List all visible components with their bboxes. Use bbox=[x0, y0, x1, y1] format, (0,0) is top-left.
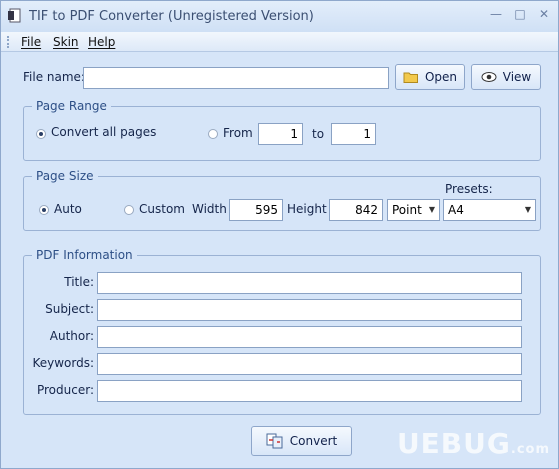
file-name-label: File name: bbox=[23, 70, 85, 84]
menu-help[interactable]: Help bbox=[88, 35, 115, 49]
to-page-input[interactable] bbox=[331, 123, 376, 145]
convert-button[interactable]: Convert bbox=[251, 426, 352, 456]
maximize-icon[interactable]: □ bbox=[511, 5, 529, 23]
height-input[interactable] bbox=[329, 199, 383, 221]
preset-value: A4 bbox=[448, 203, 464, 217]
unit-select[interactable]: Point ▼ bbox=[387, 199, 440, 221]
page-size-title: Page Size bbox=[32, 169, 98, 183]
app-icon bbox=[8, 8, 21, 23]
watermark-main: UEBUG bbox=[396, 427, 511, 460]
keywords-input[interactable] bbox=[97, 353, 522, 375]
menu-file[interactable]: File bbox=[21, 35, 41, 49]
from-label: From bbox=[223, 126, 253, 140]
title-label: Title: bbox=[64, 275, 94, 289]
title-bar: TIF to PDF Converter (Unregistered Versi… bbox=[1, 1, 558, 32]
pdf-info-group: PDF Information Title: Subject: Author: … bbox=[23, 248, 541, 415]
height-label: Height bbox=[287, 202, 327, 216]
presets-label: Presets: bbox=[445, 182, 493, 196]
convert-all-label: Convert all pages bbox=[51, 125, 157, 139]
watermark-suffix: .com bbox=[510, 442, 550, 457]
menu-skin[interactable]: Skin bbox=[53, 35, 79, 49]
open-label: Open bbox=[424, 70, 458, 84]
unit-value: Point bbox=[392, 203, 422, 217]
file-name-input[interactable] bbox=[83, 67, 389, 89]
producer-input[interactable] bbox=[97, 380, 522, 402]
chevron-down-icon: ▼ bbox=[428, 205, 435, 214]
minimize-icon[interactable]: — bbox=[487, 5, 505, 23]
width-input[interactable] bbox=[229, 199, 283, 221]
page-range-group: Page Range Convert all pages From to bbox=[23, 99, 541, 161]
custom-label: Custom bbox=[139, 202, 185, 216]
open-button[interactable]: Open bbox=[395, 64, 465, 90]
subject-input[interactable] bbox=[97, 299, 522, 321]
presets-select[interactable]: A4 ▼ bbox=[443, 199, 536, 221]
app-window: TIF to PDF Converter (Unregistered Versi… bbox=[0, 0, 559, 469]
auto-label: Auto bbox=[54, 202, 82, 216]
width-label: Width bbox=[192, 202, 227, 216]
menu-grip bbox=[7, 36, 10, 48]
keywords-label: Keywords: bbox=[32, 356, 94, 370]
custom-radio[interactable] bbox=[124, 205, 134, 215]
view-label: View bbox=[502, 70, 532, 84]
producer-label: Producer: bbox=[36, 383, 94, 397]
folder-icon bbox=[403, 72, 418, 83]
view-button[interactable]: View bbox=[471, 64, 541, 90]
menu-bar: File Skin Help bbox=[1, 32, 558, 52]
convert-label: Convert bbox=[289, 434, 338, 448]
page-size-group: Page Size Auto Custom Width Height Point… bbox=[23, 169, 541, 231]
close-icon[interactable]: ✕ bbox=[535, 5, 553, 23]
author-label: Author: bbox=[49, 329, 94, 343]
chevron-down-icon: ▼ bbox=[524, 205, 531, 214]
convert-icon bbox=[266, 433, 283, 449]
auto-radio[interactable] bbox=[39, 205, 49, 215]
title-input[interactable] bbox=[97, 272, 522, 294]
to-label: to bbox=[312, 127, 325, 141]
subject-label: Subject: bbox=[45, 302, 94, 316]
eye-icon bbox=[481, 72, 497, 82]
from-page-input[interactable] bbox=[258, 123, 303, 145]
window-title: TIF to PDF Converter (Unregistered Versi… bbox=[29, 9, 314, 24]
pdf-info-title: PDF Information bbox=[32, 248, 137, 262]
convert-all-radio[interactable] bbox=[36, 129, 46, 139]
from-radio[interactable] bbox=[208, 129, 218, 139]
page-range-title: Page Range bbox=[32, 99, 111, 113]
watermark: UEBUG.com bbox=[397, 427, 550, 460]
author-input[interactable] bbox=[97, 326, 522, 348]
